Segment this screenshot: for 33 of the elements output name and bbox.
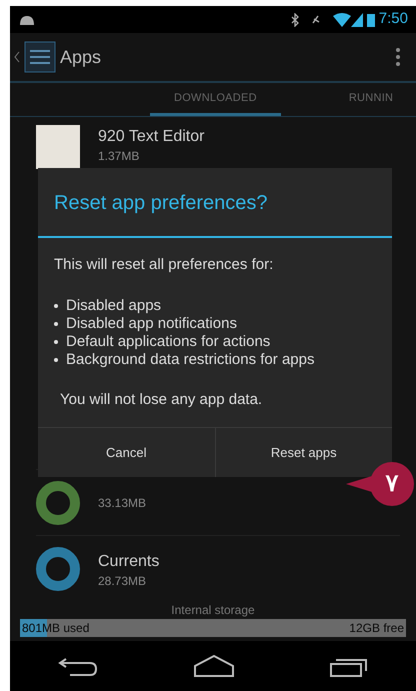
wifi-icon [332,12,351,26]
bullet-item: Disabled app notifications [66,314,237,332]
dialog-footnote: You will not lose any app data. [59,390,264,410]
android-icon [18,14,36,26]
bluetooth-icon [290,12,299,26]
overflow-menu-icon[interactable] [396,47,400,67]
dialog-button[interactable]: Cancel [38,428,214,477]
storage-free: 12GB free [349,620,404,637]
dialog-title: Reset app preferences? [38,168,392,238]
app-bar-title: Apps [60,46,102,69]
storage-used: 801MB used [22,620,90,637]
dialog-message: This will reset all preferences for: [54,255,274,275]
bullet-icon [54,304,58,308]
settings-sliders-icon [24,41,56,73]
home-icon[interactable] [192,654,235,678]
app-name: Currents [98,552,160,572]
back-caret-icon[interactable] [14,51,20,63]
app-size: 28.73MB [98,574,148,588]
app-size: 1.37MB [98,149,140,163]
callout-pointer-icon [346,476,372,492]
bullet-item: Disabled apps [66,296,162,314]
app-name: 920 Text Editor [98,127,204,147]
battery-icon [366,12,375,26]
clock-time: 7:50 [378,9,408,30]
bullet-item: Default applications for actions [66,332,270,350]
bullet-icon [54,340,58,344]
storage-label: Internal storage [170,602,256,619]
bullet-icon [54,322,58,326]
app-size: 33.13MB [98,496,146,510]
bullet-item: Background data restrictions for apps [66,350,314,368]
bullet-icon [54,358,58,362]
signal-icon [350,12,363,26]
step-number-badge: ٧ [370,462,414,506]
